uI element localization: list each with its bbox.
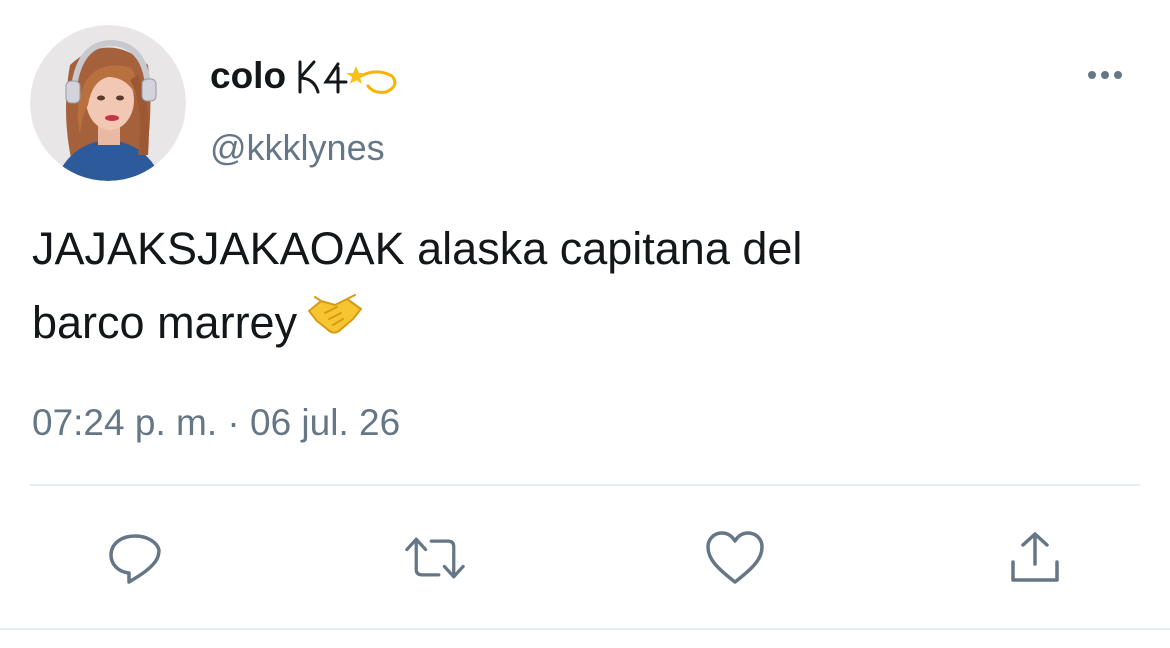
divider-bottom	[0, 628, 1170, 630]
avatar-photo	[30, 25, 186, 181]
reply-button[interactable]	[105, 528, 165, 588]
like-button[interactable]	[705, 528, 765, 588]
reply-icon	[109, 534, 161, 584]
name-decoration-icon	[296, 56, 406, 96]
user-handle[interactable]: @kkklynes	[210, 127, 385, 169]
handshake-emoji-icon	[307, 285, 363, 359]
tweet-text-line-2-text: barco marrey	[32, 297, 298, 348]
share-icon	[1011, 532, 1059, 582]
like-icon	[706, 531, 764, 584]
retweet-icon	[405, 537, 465, 579]
share-button[interactable]	[1005, 528, 1065, 588]
dizzy-icon	[346, 66, 397, 94]
display-name[interactable]: colo	[210, 55, 286, 97]
avatar[interactable]	[30, 25, 186, 181]
retweet-button[interactable]	[405, 528, 465, 588]
tweet-text-line-1: JAJAKSJAKAOAK alaska capitana del	[32, 223, 803, 274]
display-name-row[interactable]: colo	[210, 55, 406, 97]
more-icon	[1088, 71, 1122, 79]
tweet-text: JAJAKSJAKAOAK alaska capitana del barco …	[32, 212, 1132, 363]
more-options-button[interactable]	[1080, 60, 1130, 90]
divider	[30, 484, 1140, 486]
tweet-text-line-2: barco marrey	[32, 286, 1132, 363]
tweet-timestamp[interactable]: 07:24 p. m. · 06 jul. 26	[32, 402, 400, 444]
